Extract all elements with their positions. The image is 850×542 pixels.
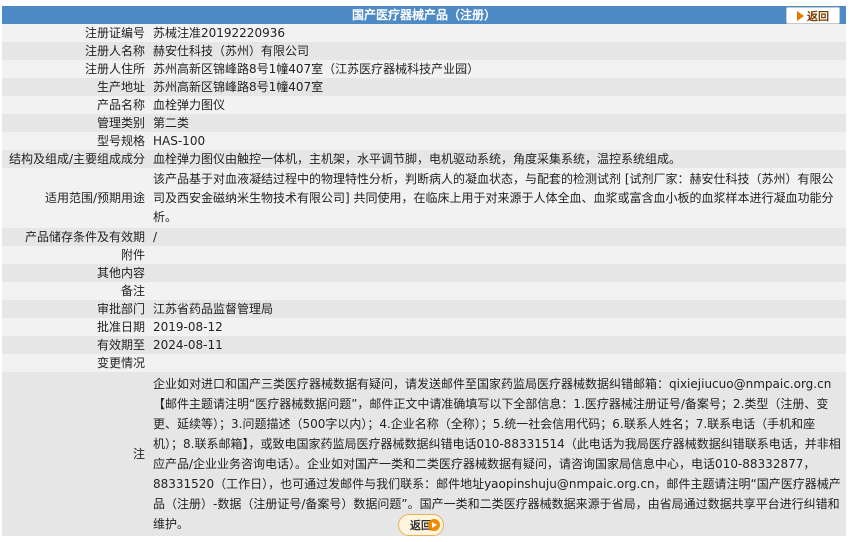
field-value: 2024-08-11 <box>149 336 846 354</box>
row-registrant-name: 注册人名称 赫安仕科技（苏州）有限公司 <box>2 42 846 60</box>
field-label: 变更情况 <box>2 354 149 372</box>
row-change-status: 变更情况 <box>2 354 846 372</box>
field-label: 有效期至 <box>2 336 149 354</box>
row-other-content: 其他内容 <box>2 264 846 282</box>
field-value: / <box>149 228 846 246</box>
field-label: 注册人住所 <box>2 60 149 78</box>
field-value: 血栓弹力图仪由触控一体机，主机架，水平调节脚，电机驱动系统，角度采集系统，温控系… <box>149 150 846 168</box>
field-value <box>149 354 846 372</box>
field-label: 型号规格 <box>2 132 149 150</box>
field-label: 产品储存条件及有效期 <box>2 228 149 246</box>
field-label: 结构及组成/主要组成成分 <box>2 150 149 168</box>
back-button-top[interactable]: 返回 <box>786 7 840 24</box>
field-value: 赫安仕科技（苏州）有限公司 <box>149 42 846 60</box>
field-value <box>149 282 846 300</box>
row-model-spec: 型号规格 HAS-100 <box>2 132 846 150</box>
field-value <box>149 246 846 264</box>
field-value: 企业如对进口和国产三类医疗器械数据有疑问，请发送邮件至国家药监局医疗器械数据纠错… <box>149 372 846 536</box>
field-label: 其他内容 <box>2 264 149 282</box>
row-attachments: 附件 <box>2 246 846 264</box>
row-management-category: 管理类别 第二类 <box>2 114 846 132</box>
field-value <box>149 264 846 282</box>
row-product-name: 产品名称 血栓弹力图仪 <box>2 96 846 114</box>
row-approval-department: 审批部门 江苏省药品监督管理局 <box>2 300 846 318</box>
row-registrant-address: 注册人住所 苏州高新区锦峰路8号1幢407室（江苏医疗器械科技产业园） <box>2 60 846 78</box>
field-value: 苏州高新区锦峰路8号1幢407室（江苏医疗器械科技产业园） <box>149 60 846 78</box>
page-header: 国产医疗器械产品（注册） 返回 <box>2 6 846 24</box>
field-value: 血栓弹力图仪 <box>149 96 846 114</box>
field-label: 注册证编号 <box>2 24 149 42</box>
field-value: 2019-08-12 <box>149 318 846 336</box>
page-title: 国产医疗器械产品（注册） <box>351 8 496 22</box>
field-label: 管理类别 <box>2 114 149 132</box>
field-value: 该产品基于对血液凝结过程中的物理特性分析，判断病人的凝血状态，与配套的检测试剂 … <box>149 168 846 228</box>
field-value: 第二类 <box>149 114 846 132</box>
field-label: 审批部门 <box>2 300 149 318</box>
field-value: 苏州高新区锦峰路8号1幢407室 <box>149 78 846 96</box>
row-note: 注 企业如对进口和国产三类医疗器械数据有疑问，请发送邮件至国家药监局医疗器械数据… <box>2 372 846 536</box>
arrow-circle-icon <box>428 519 440 531</box>
row-registration-number: 注册证编号 苏械注准20192220936 <box>2 24 846 42</box>
field-label: 批准日期 <box>2 318 149 336</box>
field-label: 注册人名称 <box>2 42 149 60</box>
row-intended-use: 适用范围/预期用途 该产品基于对血液凝结过程中的物理特性分析，判断病人的凝血状态… <box>2 168 846 228</box>
field-value: HAS-100 <box>149 132 846 150</box>
field-label: 注 <box>2 372 149 536</box>
product-info-table: 注册证编号 苏械注准20192220936 注册人名称 赫安仕科技（苏州）有限公… <box>2 24 846 536</box>
field-label: 附件 <box>2 246 149 264</box>
row-remarks: 备注 <box>2 282 846 300</box>
field-label: 产品名称 <box>2 96 149 114</box>
row-production-address: 生产地址 苏州高新区锦峰路8号1幢407室 <box>2 78 846 96</box>
row-storage-validity: 产品储存条件及有效期 / <box>2 228 846 246</box>
back-button-bottom[interactable]: 返回 <box>398 514 444 536</box>
row-approval-date: 批准日期 2019-08-12 <box>2 318 846 336</box>
field-label: 备注 <box>2 282 149 300</box>
row-valid-until: 有效期至 2024-08-11 <box>2 336 846 354</box>
arrow-right-icon <box>797 10 804 21</box>
field-value: 江苏省药品监督管理局 <box>149 300 846 318</box>
field-label: 适用范围/预期用途 <box>2 168 149 228</box>
field-value: 苏械注准20192220936 <box>149 24 846 42</box>
row-structure-composition: 结构及组成/主要组成成分 血栓弹力图仪由触控一体机，主机架，水平调节脚，电机驱动… <box>2 150 846 168</box>
field-label: 生产地址 <box>2 78 149 96</box>
back-button-top-label: 返回 <box>807 9 829 23</box>
